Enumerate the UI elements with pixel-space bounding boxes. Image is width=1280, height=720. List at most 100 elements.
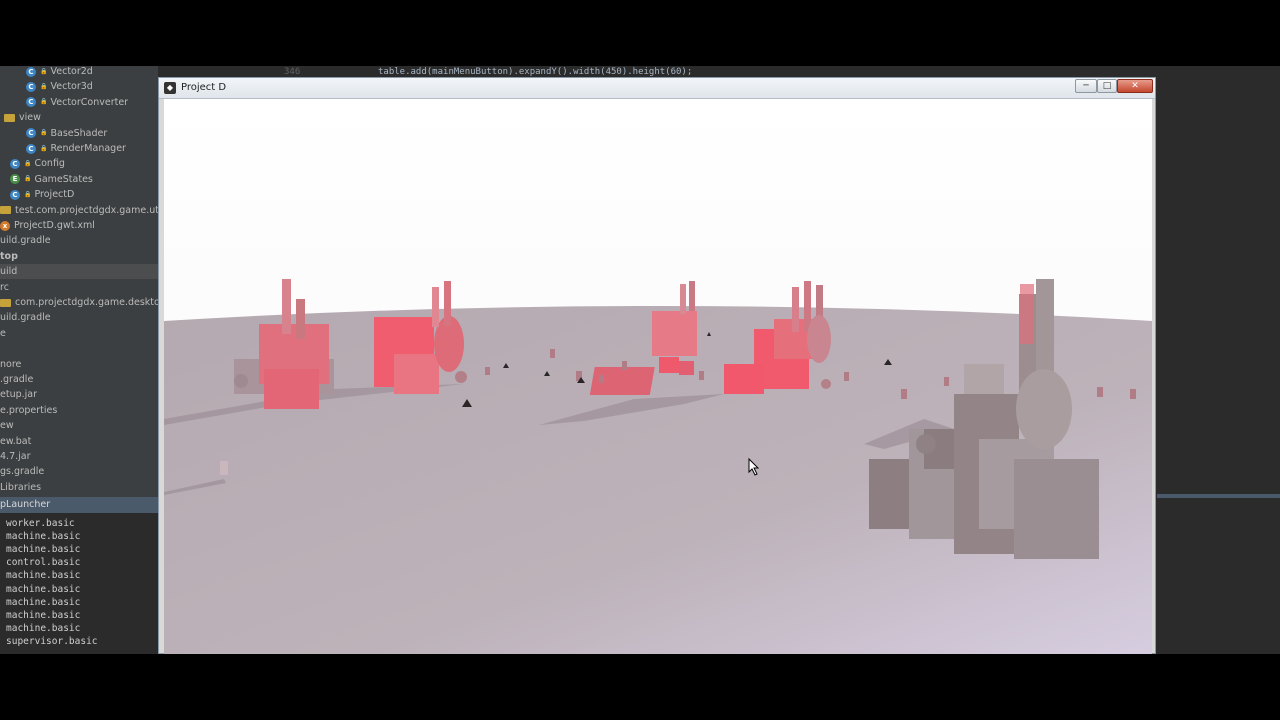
- lock-icon: 🔒: [24, 190, 32, 198]
- tree-item[interactable]: rc: [0, 280, 9, 295]
- lock-icon: 🔒: [40, 67, 48, 75]
- game-window[interactable]: ◆ Project D ─ □ ✕: [158, 77, 1156, 655]
- class-icon: C: [10, 158, 20, 169]
- tree-item[interactable]: ew.bat: [0, 434, 31, 449]
- console-line: worker.basic: [6, 518, 75, 529]
- tree-item[interactable]: e.properties: [0, 403, 57, 418]
- tree-item-label: e.properties: [0, 404, 58, 416]
- tree-item[interactable]: uild: [0, 264, 158, 280]
- window-title: Project D: [181, 82, 227, 93]
- lock-icon: 🔒: [40, 129, 48, 137]
- tree-item[interactable]: C 🔒 Vector3d: [26, 79, 93, 94]
- folder-icon: [4, 113, 15, 122]
- tree-item-label: Vector2d: [50, 66, 93, 77]
- class-icon: C: [26, 143, 36, 154]
- tree-item-label: top: [0, 250, 18, 262]
- tree-item-label: uild: [0, 266, 18, 278]
- enum-icon: E: [10, 174, 20, 185]
- lock-icon: 🔒: [40, 82, 48, 90]
- close-button[interactable]: ✕: [1117, 79, 1153, 93]
- tree-item[interactable]: uild.gradle: [0, 233, 51, 248]
- tree-item[interactable]: gs.gradle: [0, 464, 44, 479]
- minimize-button[interactable]: ─: [1075, 79, 1097, 93]
- console-line: machine.basic: [6, 570, 81, 582]
- tree-item[interactable]: top: [0, 249, 18, 264]
- tree-item-label: uild.gradle: [0, 235, 51, 247]
- folder-icon: [0, 298, 11, 307]
- tree-item[interactable]: nore: [0, 357, 21, 372]
- tree-item[interactable]: C 🔒 RenderManager: [26, 141, 126, 156]
- lock-icon: 🔒: [40, 144, 48, 152]
- maximize-button[interactable]: □: [1097, 79, 1117, 93]
- console-line: machine.basic: [6, 583, 81, 595]
- tree-item-label: BaseShader: [50, 127, 108, 139]
- run-tab-header[interactable]: pLauncher: [0, 497, 158, 513]
- tree-item[interactable]: Libraries: [0, 480, 41, 495]
- tree-item-label: ew.bat: [0, 435, 32, 447]
- project-tree[interactable]: C 🔒 Vector2d C 🔒 Vector3d C 🔒 VectorConverter vie…: [0, 66, 158, 504]
- tree-item-label: uild.gradle: [0, 312, 51, 324]
- tree-item-label: e: [0, 327, 6, 339]
- folder-icon: [0, 206, 11, 215]
- panel-divider: [1157, 494, 1280, 498]
- console-line: machine.basic: [6, 596, 81, 608]
- tree-item-label: ProjectD: [34, 189, 75, 201]
- tree-item[interactable]: ew: [0, 418, 14, 433]
- lock-icon: 🔒: [24, 175, 32, 183]
- console-line: machine.basic: [6, 531, 81, 543]
- game-viewport[interactable]: [164, 99, 1152, 655]
- tree-item[interactable]: com.projectdgdx.game.desktop: [0, 295, 158, 310]
- tree-item-label: view: [19, 112, 41, 124]
- letterbox-bottom: [0, 654, 1280, 720]
- console-line: control.basic: [6, 557, 81, 569]
- class-icon: C: [26, 97, 36, 108]
- tree-item[interactable]: E 🔒 GameStates: [10, 172, 93, 187]
- tree-item-label: etup.jar: [0, 389, 38, 401]
- tree-item[interactable]: 4.7.jar: [0, 449, 31, 464]
- tree-item[interactable]: etup.jar: [0, 387, 37, 402]
- tree-item-label: com.projectdgdx.game.desktop: [15, 297, 158, 308]
- console-line: machine.basic: [6, 609, 81, 621]
- tree-item-label: ProjectD.gwt.xml: [14, 220, 95, 231]
- tree-item-label: test.com.projectdgdx.game.utils: [15, 204, 158, 216]
- tree-item-label: rc: [0, 281, 9, 293]
- tree-item[interactable]: e: [0, 326, 6, 341]
- tree-item-label: nore: [0, 358, 22, 370]
- tree-item-label: Config: [34, 158, 65, 170]
- letterbox-top: [0, 0, 1280, 66]
- tree-item-label: gs.gradle: [0, 466, 45, 478]
- tree-item[interactable]: C 🔒 Config: [10, 156, 65, 171]
- tree-item[interactable]: view: [4, 110, 41, 125]
- tree-item[interactable]: C 🔒 Vector2d: [26, 66, 93, 79]
- tree-item-label: VectorConverter: [50, 96, 129, 108]
- class-icon: C: [26, 66, 36, 77]
- tree-item[interactable]: C 🔒 VectorConverter: [26, 95, 128, 110]
- console-line: supervisor.basic: [6, 635, 98, 647]
- class-icon: C: [10, 189, 20, 200]
- tree-item-label: 4.7.jar: [0, 451, 31, 462]
- run-console[interactable]: worker.basic machine.basic machine.basic co…: [0, 515, 158, 654]
- tree-item[interactable]: uild.gradle: [0, 310, 51, 325]
- tree-item[interactable]: x ProjectD.gwt.xml: [0, 218, 95, 233]
- tree-item[interactable]: C 🔒 ProjectD: [10, 187, 74, 202]
- tree-item-label: Libraries: [0, 481, 42, 493]
- tree-item-label: .gradle: [0, 374, 34, 385]
- window-titlebar[interactable]: ◆ Project D ─ □ ✕: [159, 78, 1155, 99]
- lock-icon: 🔒: [40, 98, 48, 106]
- class-icon: C: [26, 128, 36, 139]
- tree-item[interactable]: C 🔒 BaseShader: [26, 126, 107, 141]
- run-tab-label: pLauncher: [0, 499, 51, 510]
- tree-item[interactable]: test.com.projectdgdx.game.utils: [0, 203, 158, 218]
- tree-item[interactable]: .gradle: [0, 372, 33, 387]
- tree-item-label: GameStates: [34, 173, 93, 185]
- editor-right-area: [1157, 80, 1280, 654]
- class-icon: C: [26, 81, 36, 92]
- app-icon: ◆: [164, 82, 176, 94]
- console-line: machine.basic: [6, 544, 81, 556]
- tree-item-label: ew: [0, 420, 14, 432]
- xml-icon: x: [0, 220, 10, 231]
- tree-item-label: Vector3d: [50, 81, 93, 93]
- lock-icon: 🔒: [24, 159, 32, 167]
- console-line: machine.basic: [6, 622, 81, 634]
- tree-item-label: RenderManager: [50, 143, 126, 154]
